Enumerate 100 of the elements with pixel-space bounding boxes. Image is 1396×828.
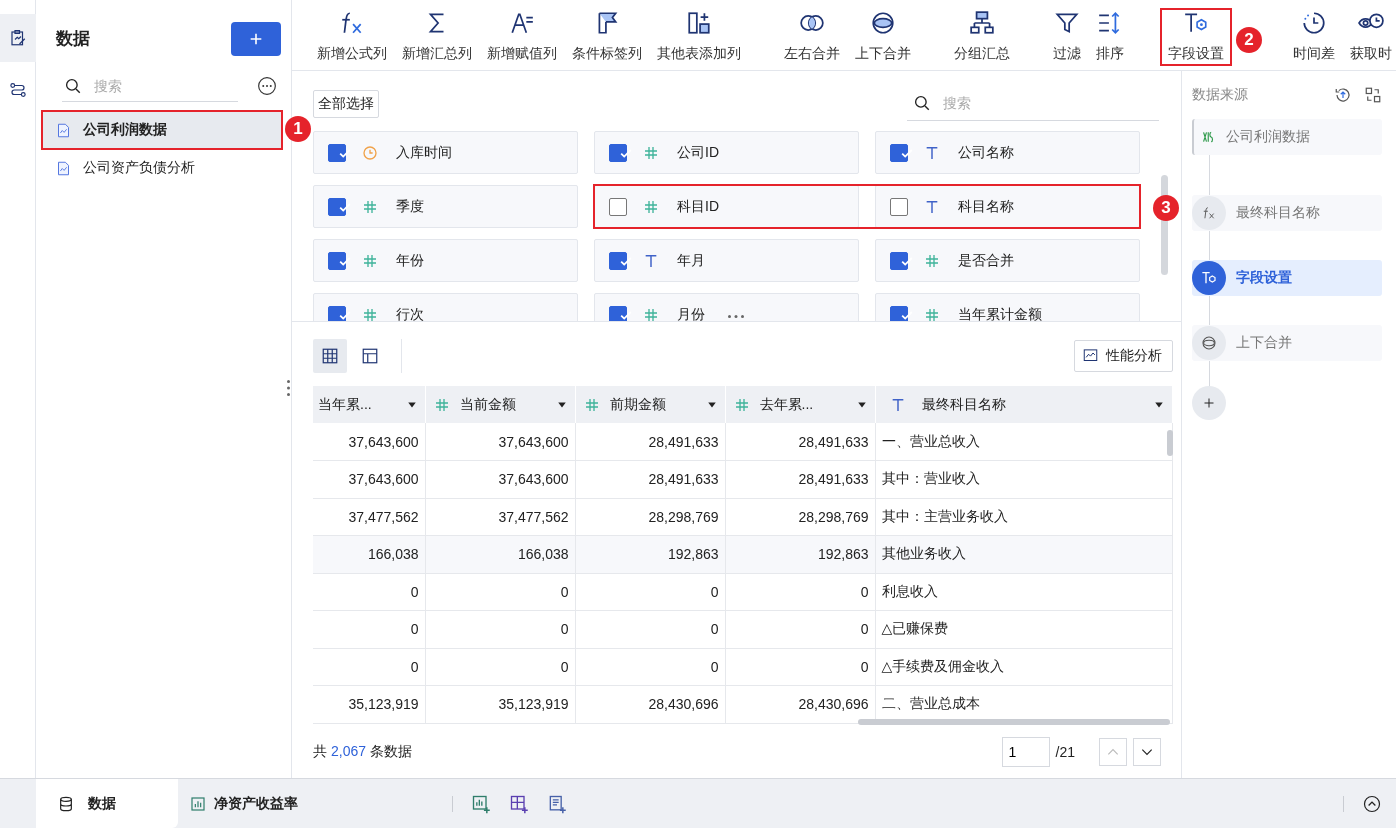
- field-card[interactable]: 入库时间: [313, 131, 578, 174]
- record-count: 2,067: [331, 743, 367, 761]
- checkmark-icon: [620, 255, 632, 266]
- field-name: 年份: [396, 251, 424, 270]
- table-cell: 28,491,633: [725, 423, 875, 461]
- chevron-up-circle-icon: [1363, 794, 1381, 813]
- toolbar-button[interactable]: 左右合并: [777, 8, 847, 66]
- sheet-tab[interactable]: 净资产收益率: [178, 779, 438, 828]
- toolbar-button[interactable]: 条件标签列: [565, 8, 649, 66]
- field-card[interactable]: 公司名称: [875, 131, 1140, 174]
- hash-icon: [362, 198, 378, 215]
- field-card[interactable]: 季度: [313, 185, 578, 228]
- column-header[interactable]: 最终科目名称: [875, 386, 1173, 423]
- toolbar-button[interactable]: 获取时: [1343, 8, 1396, 66]
- sheet-tab[interactable]: 数据: [36, 779, 178, 828]
- next-page-button[interactable]: [1133, 738, 1161, 766]
- hash-icon: [733, 396, 750, 413]
- swap-layout-icon: [1364, 86, 1382, 104]
- add-step-button[interactable]: [1192, 386, 1226, 420]
- table-cell: 28,298,769: [725, 498, 875, 536]
- table-cell: 0: [575, 648, 725, 686]
- view-button[interactable]: [313, 338, 347, 373]
- table-cell: 28,430,696: [575, 685, 725, 723]
- step-number-badge: 3: [1153, 195, 1179, 221]
- toolbar-button[interactable]: 新增汇总列: [395, 8, 479, 66]
- table-cell: 0: [725, 648, 875, 686]
- toolbar-button[interactable]: 分组汇总: [947, 8, 1017, 66]
- hierarchy-icon: [969, 10, 995, 36]
- field-card[interactable]: 科目ID: [594, 185, 859, 228]
- table-cell: 37,643,600: [425, 423, 575, 461]
- field-name: 入库时间: [396, 143, 452, 162]
- toolbar-button[interactable]: 其他表添加列: [650, 8, 748, 66]
- field-card[interactable]: 科目名称: [875, 185, 1140, 228]
- panel-title: 数据来源: [1192, 86, 1249, 104]
- column-header[interactable]: 前期金额: [575, 386, 725, 423]
- field-card[interactable]: 行次: [313, 293, 578, 321]
- field-card[interactable]: 年月: [594, 239, 859, 282]
- hash-icon: [643, 306, 659, 321]
- text-assign-icon: [509, 10, 535, 36]
- table-cell: 其中：营业收入: [875, 460, 1173, 498]
- add-column-icon: [686, 10, 712, 36]
- table-cell: 37,643,600: [425, 460, 575, 498]
- add-button[interactable]: [231, 21, 281, 56]
- chart-file-icon: [56, 122, 71, 138]
- step-item[interactable]: 最终科目名称: [1192, 195, 1382, 231]
- performance-button[interactable]: 性能分析: [1074, 339, 1173, 372]
- clock-icon: [362, 144, 378, 161]
- toolbar-button[interactable]: 上下合并: [848, 8, 918, 66]
- search-field[interactable]: 搜索: [92, 76, 212, 95]
- field-name: 当年累计金额: [958, 305, 1042, 321]
- table-cell: 其他业务收入: [875, 535, 1173, 573]
- column-header[interactable]: 当前金额: [425, 386, 575, 423]
- field-name: 公司名称: [958, 143, 1014, 162]
- record-count: 条数据: [370, 743, 413, 761]
- column-header[interactable]: 当年累...: [313, 386, 425, 423]
- step-number-badge: 1: [285, 116, 311, 142]
- table-cell: 其中：主营业务收入: [875, 498, 1173, 536]
- hash-icon: [924, 306, 940, 321]
- column-header[interactable]: 去年累...: [725, 386, 875, 423]
- select-all-button[interactable]: 全部选择: [313, 89, 379, 118]
- field-card[interactable]: 当年累计金额: [875, 293, 1140, 321]
- scrollbar[interactable]: [1167, 430, 1173, 456]
- toolbar-button[interactable]: 新增赋值列: [480, 8, 564, 66]
- field-name: 科目ID: [677, 197, 719, 216]
- hash-icon: [643, 144, 659, 161]
- field-card[interactable]: 年份: [313, 239, 578, 282]
- sidebar-title: 数据: [56, 28, 90, 50]
- field-name: 公司ID: [677, 143, 719, 162]
- table-cell: 28,491,633: [575, 423, 725, 461]
- step-item[interactable]: 上下合并: [1192, 325, 1382, 361]
- resize-handle-icon: [287, 380, 290, 396]
- field-card[interactable]: 是否合并: [875, 239, 1140, 282]
- checkmark-icon: [339, 255, 351, 266]
- step-item[interactable]: 公司利润数据: [1192, 119, 1382, 155]
- checkmark-icon: [901, 309, 913, 320]
- checkmark-icon: [620, 309, 632, 320]
- field-name: 是否合并: [958, 251, 1014, 270]
- checkmark-icon: [339, 309, 351, 320]
- table-cell: △已赚保费: [875, 610, 1173, 648]
- table-cell: 0: [725, 610, 875, 648]
- bar-chart-icon: [190, 795, 206, 812]
- table-cell: 35,123,919: [313, 685, 425, 723]
- checkmark-icon: [339, 147, 351, 158]
- checkbox[interactable]: [890, 197, 908, 216]
- field-card[interactable]: 公司ID: [594, 131, 859, 174]
- page-field[interactable]: 1: [1001, 737, 1050, 767]
- step-item[interactable]: 字段设置: [1192, 260, 1382, 296]
- checkbox[interactable]: [609, 197, 627, 216]
- toolbar-button[interactable]: 过滤: [1046, 8, 1088, 66]
- scrollbar[interactable]: [858, 719, 1170, 725]
- table-cell: 0: [725, 573, 875, 611]
- toolbar-button[interactable]: 排序: [1089, 8, 1131, 66]
- sidebar-item[interactable]: 公司资产负债分析: [42, 150, 281, 186]
- toolbar-button[interactable]: 新增公式列: [310, 8, 394, 66]
- table-cell: △手续费及佣金收入: [875, 648, 1173, 686]
- toolbar-button[interactable]: 时间差: [1286, 8, 1342, 66]
- field-card[interactable]: 月份: [594, 293, 859, 321]
- search-field[interactable]: 搜索: [941, 94, 1061, 112]
- scrollbar[interactable]: [1161, 175, 1168, 275]
- hash-icon: [583, 396, 600, 413]
